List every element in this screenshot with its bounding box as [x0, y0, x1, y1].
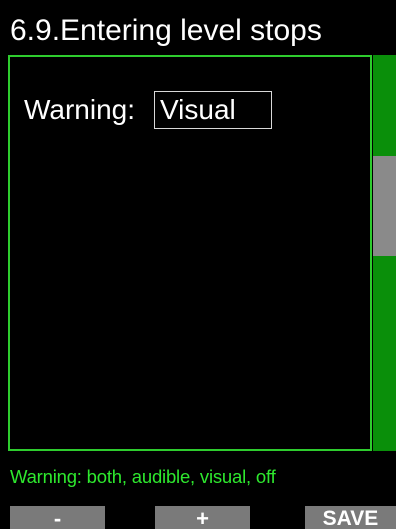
- title-bar: 6.9.Entering level stops: [0, 0, 396, 54]
- warning-label: Warning:: [24, 94, 136, 125]
- hint-text: Warning: both, audible, visual, off: [10, 466, 276, 487]
- scrollbar[interactable]: [373, 55, 396, 451]
- scrollbar-thumb[interactable]: [373, 156, 396, 256]
- save-button[interactable]: SAVE: [305, 506, 396, 529]
- minus-button[interactable]: -: [10, 506, 105, 529]
- page-title: 6.9.Entering level stops: [10, 14, 322, 47]
- warning-value-field[interactable]: Visual: [154, 91, 272, 129]
- plus-button[interactable]: +: [155, 506, 250, 529]
